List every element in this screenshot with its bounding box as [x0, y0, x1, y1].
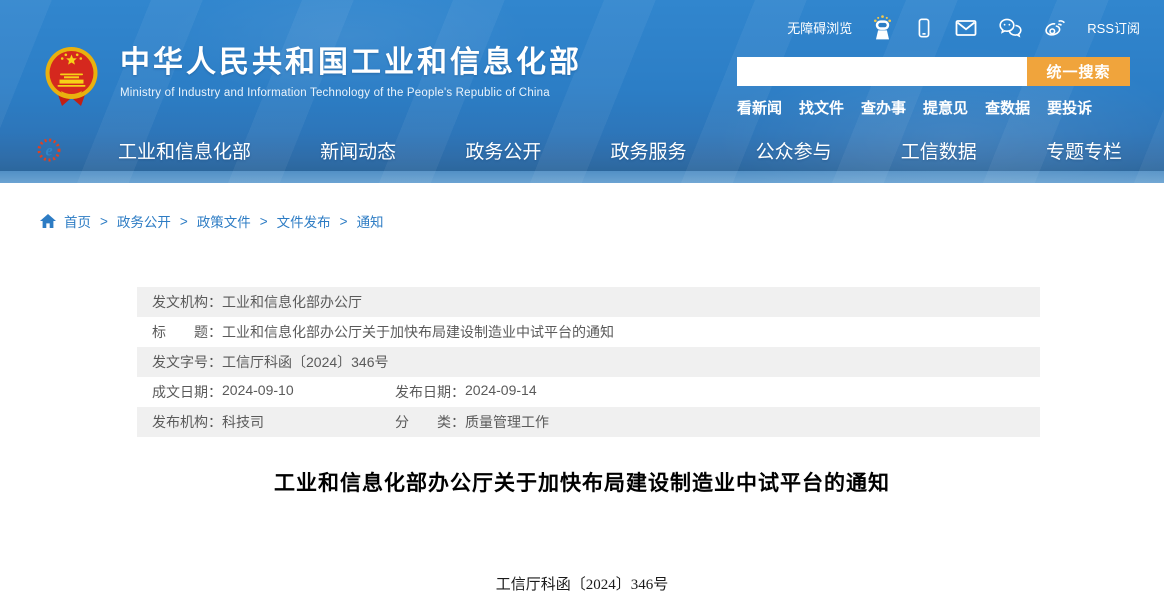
breadcrumb-notice[interactable]: 通知 — [357, 211, 384, 231]
search-button[interactable]: 统一搜索 — [1027, 57, 1130, 86]
meta-cell: 成文日期： 2024-09-10 — [152, 382, 395, 402]
site-title: 中华人民共和国工业和信息化部 — [120, 45, 582, 81]
search-input[interactable] — [737, 57, 1027, 86]
svg-text:e: e — [45, 143, 52, 160]
accessibility-link[interactable]: 无障碍浏览 — [787, 18, 852, 37]
quick-link-complaint[interactable]: 要投诉 — [1047, 97, 1092, 118]
meta-label: 发文字号： — [152, 352, 222, 372]
article-doc-number: 工信厅科函〔2024〕346号 — [0, 573, 1164, 594]
quick-link-services[interactable]: 查办事 — [861, 97, 906, 118]
breadcrumb-gov-disclosure[interactable]: 政务公开 — [117, 211, 171, 231]
breadcrumb-policy-documents[interactable]: 政策文件 — [197, 211, 251, 231]
mobile-icon[interactable] — [913, 16, 935, 40]
breadcrumb-home[interactable]: 首页 — [64, 211, 91, 231]
search-area: 统一搜索 看新闻 找文件 查办事 提意见 查数据 要投诉 — [737, 57, 1140, 118]
meta-cell: 发文机构： 工业和信息化部办公厅 — [152, 292, 362, 312]
meta-value: 2024-09-10 — [222, 382, 294, 402]
article-title: 工业和信息化部办公厅关于加快布局建设制造业中试平台的通知 — [0, 467, 1164, 497]
nav-item-gov-disclosure[interactable]: 政务公开 — [465, 137, 541, 164]
nav-item-public-participation[interactable]: 公众参与 — [756, 137, 832, 164]
meta-row-issuing-agency: 发文机构： 工业和信息化部办公厅 — [137, 287, 1040, 317]
nav-item-news[interactable]: 新闻动态 — [320, 137, 396, 164]
brand: 中华人民共和国工业和信息化部 Ministry of Industry and … — [45, 45, 582, 114]
brand-text: 中华人民共和国工业和信息化部 Ministry of Industry and … — [120, 45, 582, 99]
rss-link[interactable]: RSS订阅 — [1087, 18, 1140, 37]
meta-cell: 分 类： 质量管理工作 — [395, 412, 549, 432]
meta-cell: 标 题： 工业和信息化部办公厅关于加快布局建设制造业中试平台的通知 — [152, 322, 614, 342]
meta-label: 标 题： — [152, 322, 222, 342]
quick-link-news[interactable]: 看新闻 — [737, 97, 782, 118]
meta-label: 发布日期： — [395, 382, 465, 402]
meta-row-doc-number: 发文字号： 工信厅科函〔2024〕346号 — [137, 347, 1040, 377]
page: 无障碍浏览 — [0, 0, 1164, 600]
doc-meta-table: 发文机构： 工业和信息化部办公厅 标 题： 工业和信息化部办公厅关于加快布局建设… — [137, 287, 1040, 437]
meta-label: 分 类： — [395, 412, 465, 432]
miit-logo-icon: e — [36, 137, 62, 168]
wechat-icon[interactable] — [997, 16, 1023, 40]
breadcrumb-separator: > — [340, 214, 348, 229]
meta-label: 成文日期： — [152, 382, 222, 402]
breadcrumb-separator: > — [180, 214, 188, 229]
nav-item-special-topics[interactable]: 专题专栏 — [1046, 137, 1122, 164]
national-emblem — [45, 45, 98, 114]
meta-row-publisher-category: 发布机构： 科技司 分 类： 质量管理工作 — [137, 407, 1040, 437]
meta-row-title: 标 题： 工业和信息化部办公厅关于加快布局建设制造业中试平台的通知 — [137, 317, 1040, 347]
site-header: 无障碍浏览 — [0, 0, 1164, 183]
meta-row-dates: 成文日期： 2024-09-10 发布日期： 2024-09-14 — [137, 377, 1040, 407]
meta-value: 工业和信息化部办公厅 — [222, 292, 362, 312]
meta-value: 工业和信息化部办公厅关于加快布局建设制造业中试平台的通知 — [222, 322, 614, 342]
meta-value: 工信厅科函〔2024〕346号 — [222, 352, 389, 372]
meta-cell: 发布机构： 科技司 — [152, 412, 395, 432]
meta-value: 2024-09-14 — [465, 382, 537, 402]
meta-cell: 发布日期： 2024-09-14 — [395, 382, 537, 402]
home-icon[interactable] — [40, 214, 56, 228]
breadcrumb-document-release[interactable]: 文件发布 — [277, 211, 331, 231]
robot-mascot-icon[interactable] — [871, 14, 894, 41]
site-subtitle: Ministry of Industry and Information Tec… — [120, 87, 582, 99]
main-nav: e 工业和信息化部 新闻动态 政务公开 政务服务 公众参与 工信数据 专题专栏 — [0, 128, 1164, 172]
quick-link-data[interactable]: 查数据 — [985, 97, 1030, 118]
mail-icon[interactable] — [954, 16, 978, 40]
breadcrumb-separator: > — [100, 214, 108, 229]
content: 首页 > 政务公开 > 政策文件 > 文件发布 > 通知 发文机构： 工业和信息… — [0, 183, 1164, 600]
meta-value: 质量管理工作 — [465, 412, 549, 432]
nav-item-data[interactable]: 工信数据 — [901, 137, 977, 164]
nav-item-miit[interactable]: 工业和信息化部 — [118, 137, 251, 164]
quick-link-files[interactable]: 找文件 — [799, 97, 844, 118]
breadcrumb: 首页 > 政务公开 > 政策文件 > 文件发布 > 通知 — [40, 211, 384, 231]
meta-cell: 发文字号： 工信厅科函〔2024〕346号 — [152, 352, 389, 372]
breadcrumb-separator: > — [260, 214, 268, 229]
nav-item-gov-services[interactable]: 政务服务 — [610, 137, 686, 164]
meta-value: 科技司 — [222, 412, 264, 432]
quick-links: 看新闻 找文件 查办事 提意见 查数据 要投诉 — [737, 97, 1140, 118]
meta-label: 发文机构： — [152, 292, 222, 312]
nav-links: 工业和信息化部 新闻动态 政务公开 政务服务 公众参与 工信数据 专题专栏 — [118, 137, 1122, 164]
weibo-icon[interactable] — [1042, 16, 1068, 40]
meta-label: 发布机构： — [152, 412, 222, 432]
topbar: 无障碍浏览 — [787, 14, 1140, 41]
quick-link-feedback[interactable]: 提意见 — [923, 97, 968, 118]
